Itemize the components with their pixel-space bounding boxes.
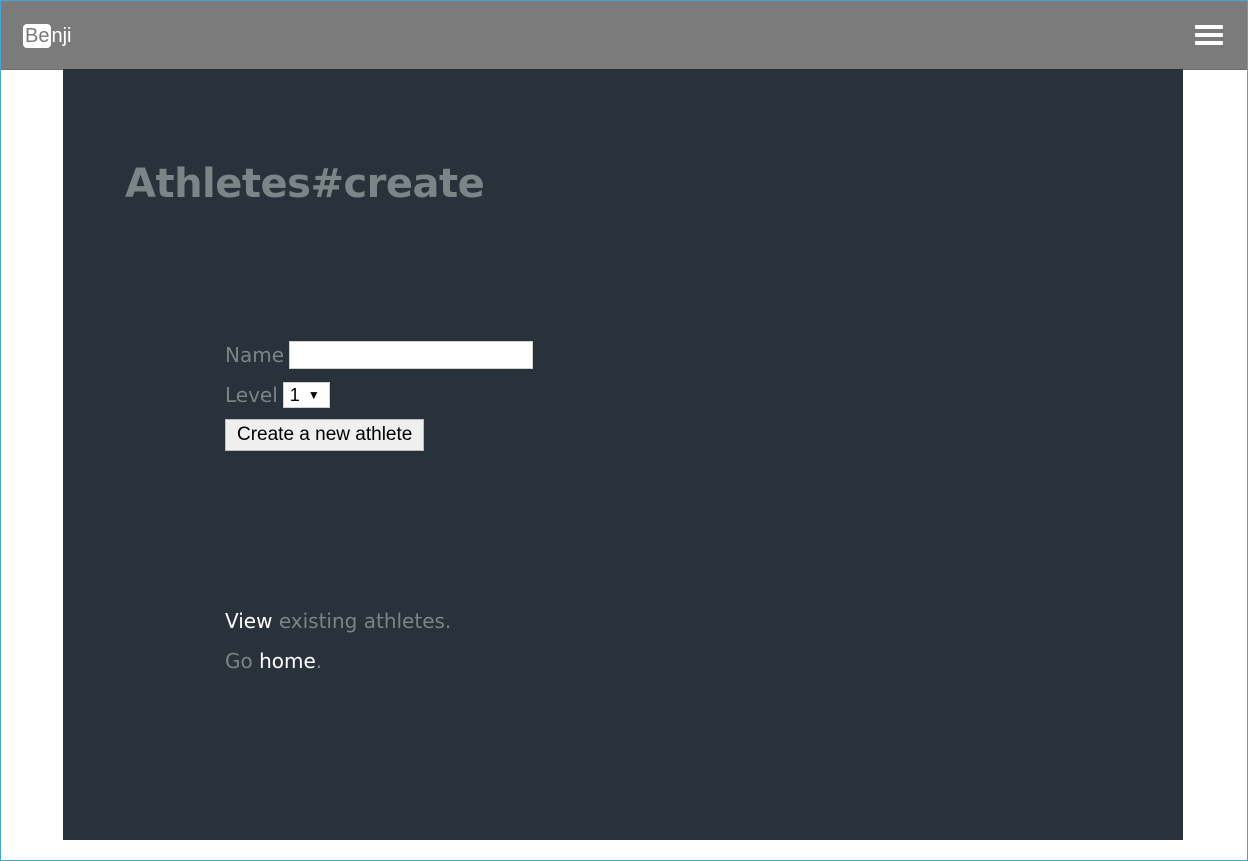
hamburger-bar: [1195, 25, 1223, 29]
page-title: Athletes#create: [125, 161, 485, 207]
level-row: Level 1 ▼: [225, 375, 533, 415]
brand-logo[interactable]: Be nji: [23, 23, 71, 49]
level-select-value: 1: [289, 384, 300, 405]
name-row: Name: [225, 335, 534, 375]
level-select[interactable]: 1 ▼: [282, 382, 330, 408]
submit-row: Create a new athlete: [225, 415, 533, 455]
name-input[interactable]: [289, 341, 534, 369]
hamburger-bar: [1195, 41, 1223, 45]
hamburger-icon[interactable]: [1195, 23, 1223, 47]
chevron-down-icon: ▼: [307, 388, 320, 402]
footer-links: View existing athletes. Go home.: [225, 601, 451, 681]
brand-logo-box: Be: [23, 24, 52, 48]
main-panel: Athletes#create Name Level 1 ▼ Create a …: [63, 69, 1183, 840]
home-link[interactable]: home: [259, 649, 316, 673]
browser-viewport: Be nji Athletes#create Name Level 1 ▼ Cre…: [0, 0, 1248, 861]
create-athlete-button[interactable]: Create a new athlete: [225, 419, 425, 451]
go-home-line: Go home.: [225, 641, 451, 681]
level-label: Level: [225, 383, 278, 407]
view-athletes-line: View existing athletes.: [225, 601, 451, 641]
view-athletes-text: existing athletes.: [272, 609, 452, 633]
brand-logo-text: nji: [51, 25, 72, 47]
go-home-suffix: .: [315, 649, 323, 673]
go-home-prefix: Go: [225, 649, 260, 673]
navbar: Be nji: [1, 1, 1247, 70]
create-athlete-form: Name Level 1 ▼ Create a new athlete: [225, 335, 534, 455]
name-label: Name: [225, 343, 285, 367]
view-athletes-link[interactable]: View: [225, 609, 272, 633]
hamburger-bar: [1195, 33, 1223, 37]
